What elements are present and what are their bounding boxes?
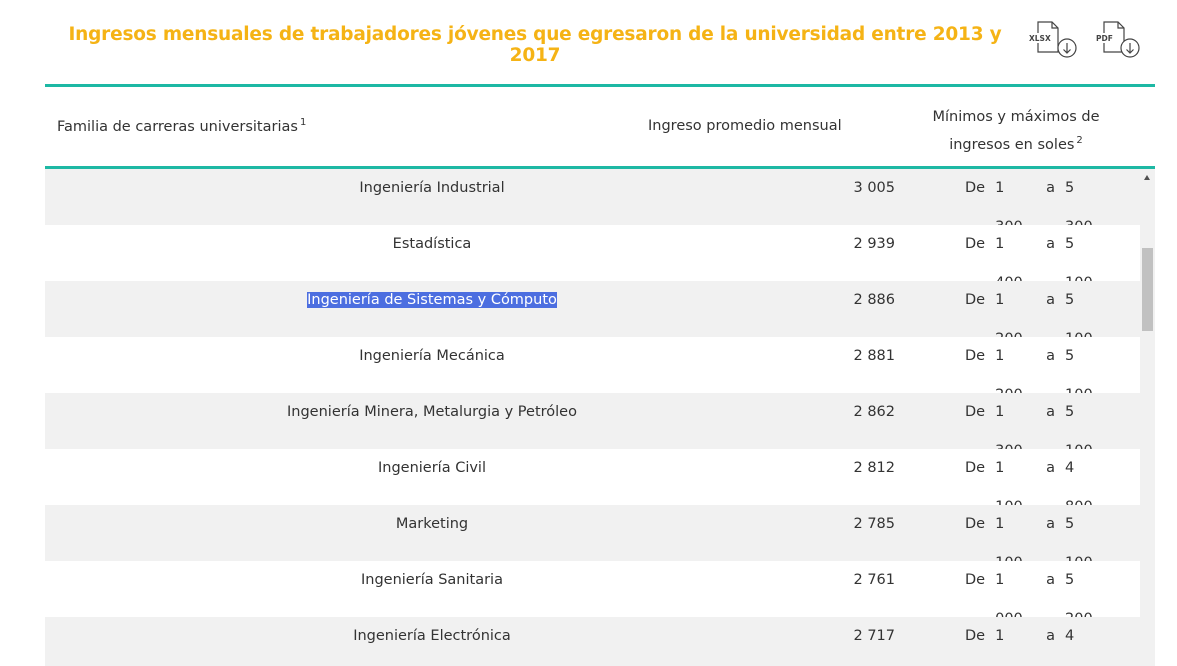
table-row: Estadística2 939De1 400a5 100 (45, 225, 1140, 291)
xlsx-download-icon[interactable]: XLSX (1028, 20, 1078, 60)
family-text: Ingeniería Electrónica (353, 628, 511, 644)
family-cell: Ingeniería Mecánica (45, 337, 819, 376)
family-cell: Ingeniería Civil (45, 449, 819, 488)
selected-text: Ingeniería de Sistemas y Cómputo (307, 292, 557, 308)
family-text: Ingeniería Civil (377, 460, 486, 476)
table-row: Ingeniería Sanitaria2 761De1 000a5 200 (45, 561, 1140, 627)
table-row: Ingeniería Civil2 812De1 100a4 800 (45, 449, 1140, 515)
column-header-family-label: Familia de carreras universitarias (57, 119, 298, 135)
family-text: Ingeniería Sanitaria (361, 572, 503, 588)
footnote-2: 2 (1076, 135, 1083, 146)
family-cell: Ingeniería Sanitaria (45, 561, 819, 600)
column-header-family[interactable]: Familia de carreras universitarias 1 (57, 117, 306, 135)
vertical-scrollbar[interactable] (1140, 169, 1155, 666)
avg-income-cell: 2 886 (853, 292, 895, 308)
family-cell: Ingeniería Electrónica (45, 617, 819, 656)
pdf-label: PDF (1096, 34, 1113, 43)
avg-income-cell: 2 717 (853, 628, 895, 644)
family-cell: Ingeniería de Sistemas y Cómputo (45, 281, 819, 320)
family-cell: Marketing (45, 505, 819, 544)
avg-income-cell: 2 939 (853, 236, 895, 252)
table-row: Ingeniería Mecánica2 881De1 200a5 100 (45, 337, 1140, 403)
avg-income-cell: 2 862 (853, 404, 895, 420)
range-to-label: a (1046, 628, 1055, 644)
avg-income-cell: 2 785 (853, 516, 895, 532)
xlsx-label: XLSX (1029, 34, 1051, 43)
column-header-avg[interactable]: Ingreso promedio mensual (648, 118, 842, 134)
range-from-label: De (965, 628, 986, 644)
table-row: Ingeniería Industrial3 005De1 300a5 300 (45, 169, 1140, 235)
family-text: Estadística (392, 236, 472, 252)
scroll-up-arrow-icon[interactable] (1144, 175, 1150, 180)
table-row: Marketing2 785De1 100a5 100 (45, 505, 1140, 571)
family-text: Marketing (395, 516, 469, 532)
table-body[interactable]: Ingeniería Industrial3 005De1 300a5 300E… (45, 169, 1140, 666)
table-header: Familia de carreras universitarias 1 Ingr… (45, 87, 1155, 166)
family-text: Ingeniería Industrial (359, 180, 505, 196)
column-header-range[interactable]: Mínimos y máximos de ingresos en soles 2 (925, 105, 1107, 157)
table-row: Ingeniería Electrónica 2 717 De 1 200 a 4 700 (45, 617, 1140, 666)
family-cell: Estadística (45, 225, 819, 264)
range-cell: De 1 200 a 4 700 (965, 617, 1106, 666)
table-row: Ingeniería de Sistemas y Cómputo 2 886 De 1… (45, 281, 1140, 347)
table-row: Ingeniería Minera, Metalurgia y Petróleo… (45, 393, 1140, 459)
family-text: Ingeniería Minera, Metalurgia y Petróleo (287, 404, 577, 420)
pdf-download-icon[interactable]: PDF (1094, 20, 1144, 60)
column-header-range-line1: Mínimos y máximos de (932, 109, 1100, 125)
scroll-thumb[interactable] (1142, 248, 1153, 331)
avg-income-cell: 3 005 (853, 180, 895, 196)
family-cell: Ingeniería Industrial (45, 169, 819, 208)
page-title: Ingresos mensuales de trabajadores jóven… (68, 24, 1002, 66)
range-max-value: 4 700 (1065, 628, 1075, 644)
footnote-1: 1 (299, 117, 307, 128)
family-text: Ingeniería Mecánica (359, 348, 505, 364)
range-min-value: 1 200 (995, 628, 1005, 644)
avg-income-cell: 2 761 (853, 572, 895, 588)
column-header-range-line2: ingresos en soles (949, 137, 1075, 153)
avg-income-cell: 2 881 (853, 348, 895, 364)
avg-income-cell: 2 812 (853, 460, 895, 476)
family-cell: Ingeniería Minera, Metalurgia y Petróleo (45, 393, 819, 432)
